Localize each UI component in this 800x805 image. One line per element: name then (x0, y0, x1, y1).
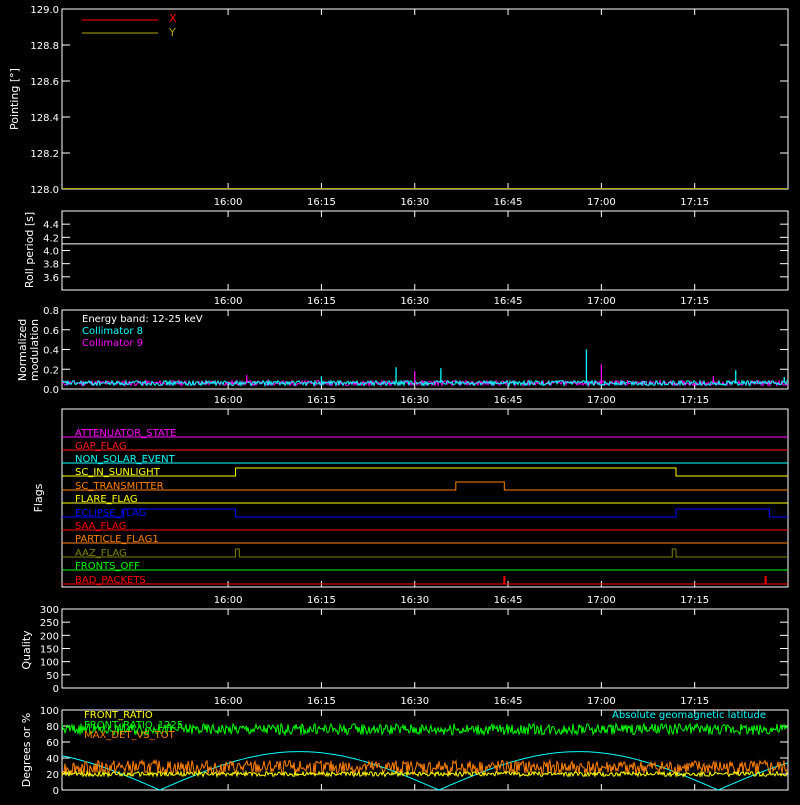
degrees-ytick-label: 100 (40, 706, 59, 717)
legend-y-label: Y (168, 26, 176, 39)
flags-xtick-label: 16:00 (214, 595, 243, 606)
quality-xtick-label: 16:15 (307, 696, 336, 707)
pointing-xtick-label: 16:00 (214, 197, 243, 208)
pointing-xtick-label: 16:45 (494, 197, 523, 208)
flags-xtick-label: 16:45 (494, 595, 523, 606)
degrees-ytick-label: 80 (46, 722, 59, 733)
modulation-xtick-label: 17:00 (587, 395, 616, 406)
roll-ytick-label: 3.8 (43, 260, 59, 271)
modulation-xtick-label: 16:00 (214, 395, 243, 406)
pointing-ylabel: Pointing [°] (8, 68, 21, 130)
legend-geomagnetic-latitude: Absolute geomagnetic latitude (612, 710, 766, 721)
modulation-xtick-label: 16:45 (494, 395, 523, 406)
modulation-ylabel-line2: modulation (28, 319, 41, 381)
flag-sc-in-sunlight: SC_IN_SUNLIGHT (75, 467, 161, 478)
quality-ytick-label: 0 (53, 684, 59, 695)
pointing-ytick-label: 128.2 (30, 149, 59, 160)
legend-collimator9: Collimator 9 (82, 338, 143, 349)
flag-gap: GAP_FLAG (75, 441, 127, 452)
flags-ylabel: Flags (32, 483, 45, 512)
modulation-ytick-label: 0.4 (43, 346, 59, 357)
roll-xtick-label: 17:15 (680, 296, 709, 307)
pointing-ytick-label: 128.6 (30, 77, 59, 88)
quality-ytick-label: 150 (40, 645, 59, 656)
flag-fronts-off: FRONTS_OFF (75, 561, 140, 572)
collimator8-noise (61, 378, 789, 388)
modulation-xtick-label: 16:30 (400, 395, 429, 406)
degrees-ytick-label: 40 (46, 754, 59, 765)
flags-xtick-label: 16:30 (400, 595, 429, 606)
pointing-ytick-label: 128.8 (30, 41, 59, 52)
quality-panel-frame (61, 608, 789, 689)
roll-xtick-label: 16:15 (307, 296, 336, 307)
flag-sc-transmitter: SC_TRANSMITTER (75, 481, 164, 492)
energy-band-annotation: Energy band: 12-25 keV (82, 314, 203, 325)
chart-stage: 16:00 16:15 16:30 16:45 17:00 17:15 128.0 128.2… (0, 0, 800, 800)
degrees-ylabel: Degrees or % (20, 713, 33, 787)
roll-ylabel: Roll period [s] (23, 212, 36, 288)
modulation-ytick-label: 0.0 (43, 385, 59, 396)
roll-ytick-label: 4.2 (43, 233, 59, 244)
pointing-xtick-label: 17:00 (587, 197, 616, 208)
quality-xtick-label: 16:00 (214, 696, 243, 707)
flags-xtick-label: 17:00 (587, 595, 616, 606)
roll-ytick-label: 3.6 (43, 273, 59, 284)
pointing-xtick-label: 17:15 (680, 197, 709, 208)
flag-aaz: AAZ_FLAG (75, 548, 127, 559)
roll-xtick-label: 17:00 (587, 296, 616, 307)
flag-saa: SAA_FLAG (75, 521, 126, 532)
roll-ytick-label: 4.0 (43, 247, 59, 258)
quality-xtick-label: 17:15 (680, 696, 709, 707)
modulation-ylabel: Normalizedmodulation (16, 319, 41, 381)
flag-eclipse-flag-line (62, 508, 788, 518)
flag-sc-in-sunlight-line (62, 467, 788, 477)
legend-x-label: X (169, 12, 177, 25)
flag-non-solar-event: NON_SOLAR_EVENT (75, 454, 176, 465)
quality-ytick-label: 300 (40, 605, 59, 616)
modulation-ytick-label: 0.2 (43, 365, 59, 376)
flag-aaz-flag-line (62, 548, 788, 558)
legend-max-det-vs-tot: MAX_DET_VS_TOT (84, 730, 176, 741)
pointing-ytick-label: 128.0 (30, 185, 59, 196)
quality-ylabel: Quality (20, 630, 33, 670)
quality-ytick-label: 50 (46, 671, 59, 682)
degrees-ytick-label: 60 (46, 738, 59, 749)
roll-ytick-label: 4.4 (43, 220, 59, 231)
roll-xtick-label: 16:30 (400, 296, 429, 307)
pointing-ytick-label: 129.0 (30, 5, 59, 16)
roll-xtick-label: 16:45 (494, 296, 523, 307)
quality-ytick-label: 100 (40, 658, 59, 669)
flags-xtick-label: 17:15 (680, 595, 709, 606)
quality-ytick-label: 250 (40, 618, 59, 629)
roll-panel-frame (61, 210, 789, 291)
pointing-xtick-label: 16:30 (400, 197, 429, 208)
legend-collimator8: Collimator 8 (82, 326, 143, 337)
quality-xtick-label: 16:30 (400, 696, 429, 707)
flag-eclipse: ECLIPSE_FLAG (75, 508, 146, 519)
axis-ticks: 16:00 16:15 16:30 16:45 17:00 17:15 128.0 128.2… (30, 5, 788, 797)
flags-xtick-label: 16:15 (307, 595, 336, 606)
degrees-ytick-label: 20 (46, 770, 59, 781)
modulation-xtick-label: 17:15 (680, 395, 709, 406)
flag-flare: FLARE_FLAG (75, 494, 138, 505)
pointing-ytick-label: 128.4 (30, 113, 59, 124)
degrees-ytick-label: 0 (53, 786, 59, 797)
quality-xtick-label: 17:00 (587, 696, 616, 707)
modulation-xtick-label: 16:15 (307, 395, 336, 406)
flag-sc-transmitter-line (62, 481, 788, 491)
chart-canvas: 16:00 16:15 16:30 16:45 17:00 17:15 128.0 128.2… (8, 5, 789, 797)
flag-attenuator-state: ATTENUATOR_STATE (75, 428, 176, 439)
flag-bad-packets: BAD_PACKETS (75, 575, 146, 586)
roll-xtick-label: 16:00 (214, 296, 243, 307)
flag-particle1: PARTICLE_FLAG1 (75, 534, 159, 545)
pointing-xtick-label: 16:15 (307, 197, 336, 208)
quality-xtick-label: 16:45 (494, 696, 523, 707)
quality-ytick-label: 200 (40, 631, 59, 642)
modulation-ytick-label: 0.6 (43, 326, 59, 337)
modulation-ytick-label: 0.8 (43, 306, 59, 317)
